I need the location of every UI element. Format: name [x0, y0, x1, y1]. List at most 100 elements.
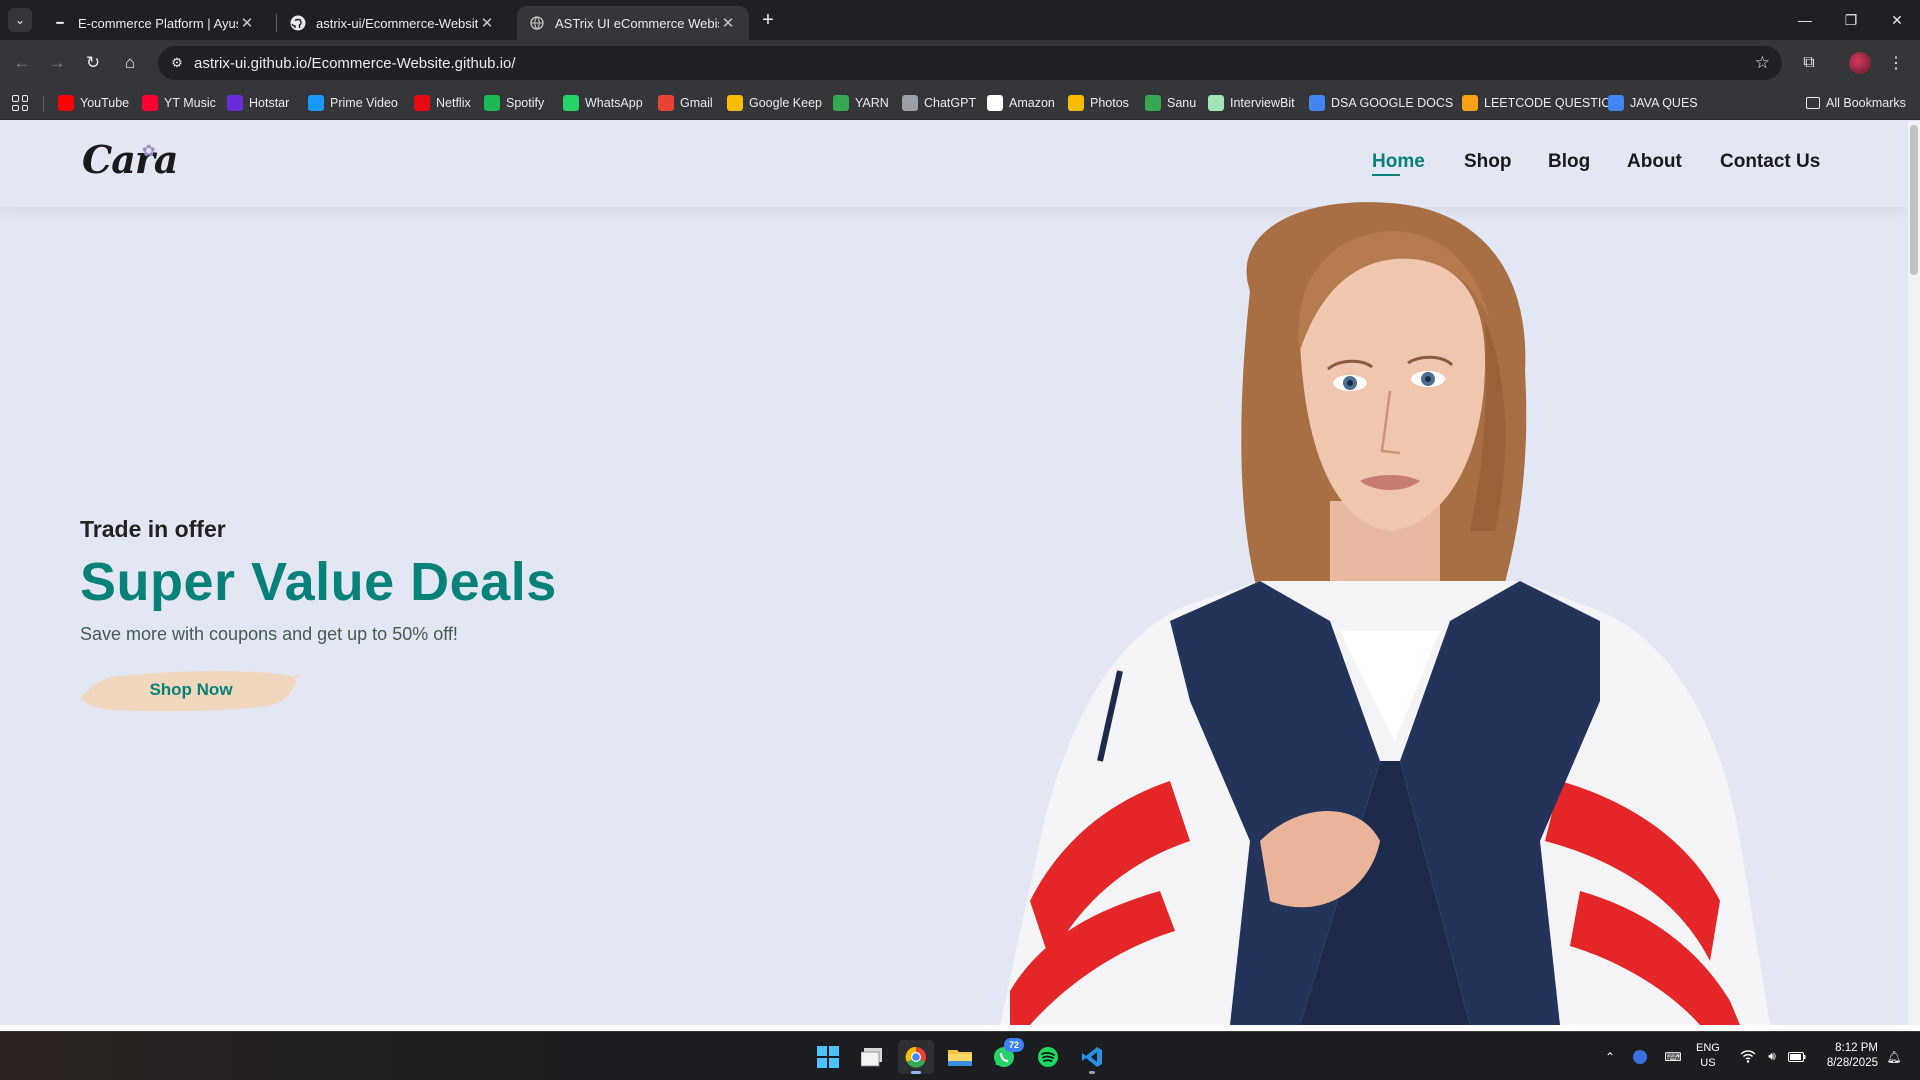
close-tab-icon[interactable]: ✕ — [478, 14, 496, 32]
language-indicator[interactable]: ENG US — [1696, 1041, 1720, 1071]
clock-date: 8/28/2025 — [1826, 1057, 1878, 1069]
bookmark-label: Netflix — [436, 96, 471, 110]
new-tab-button[interactable]: + — [757, 9, 779, 31]
tab-ecommerce-platform[interactable]: ━ E-commerce Platform | Ayush S ✕ — [40, 6, 268, 40]
apps-grid-icon[interactable] — [12, 95, 28, 111]
bookmark-yarn[interactable]: YARN — [833, 93, 889, 113]
keyboard-icon[interactable]: ⌨ — [1662, 1032, 1684, 1080]
language-region: US — [1700, 1057, 1716, 1069]
bookmarks-bar: YouTube YT Music Hotstar Prime Video Netflix… — [0, 86, 1920, 120]
chatgpt-icon — [902, 95, 918, 111]
browser-menu-icon[interactable]: ⋮ — [1882, 49, 1910, 77]
tab-active-astrix[interactable]: ASTrix UI eCommerce Webiste ✕ — [517, 6, 749, 40]
bookmark-yt-music[interactable]: YT Music — [142, 93, 216, 113]
minimize-icon[interactable]: — — [1782, 0, 1828, 40]
address-bar[interactable]: ⚙ astrix-ui.github.io/Ecommerce-Website.… — [158, 46, 1782, 80]
bookmark-gmail[interactable]: Gmail — [658, 93, 713, 113]
file-explorer-icon[interactable] — [942, 1040, 978, 1074]
wifi-icon[interactable] — [1738, 1032, 1758, 1080]
forward-icon[interactable]: → — [43, 49, 71, 77]
close-tab-icon[interactable]: ✕ — [238, 14, 256, 32]
folder-icon — [1806, 97, 1820, 109]
bookmark-label: YARN — [855, 96, 889, 110]
bookmark-sanu[interactable]: Sanu — [1145, 93, 1196, 113]
show-hidden-icons-chevron-icon[interactable]: ⌃ — [1600, 1032, 1620, 1080]
bookmark-label: Prime Video — [330, 96, 398, 110]
site-header: Cara ✿ Home Shop Blog About Contact Us — [0, 121, 1908, 207]
bookmark-amazon[interactable]: Amazon — [987, 93, 1055, 113]
home-icon[interactable]: ⌂ — [116, 49, 144, 77]
scrollbar-thumb[interactable] — [1910, 125, 1918, 275]
windows-start-icon[interactable] — [810, 1040, 846, 1074]
bookmark-dsa-google-docs[interactable]: DSA GOOGLE DOCS — [1309, 93, 1453, 113]
bookmark-label: Amazon — [1009, 96, 1055, 110]
bookmark-label: JAVA QUES — [1630, 96, 1698, 110]
nav-about[interactable]: About — [1627, 151, 1682, 173]
spotify-taskbar-icon[interactable] — [1030, 1040, 1066, 1074]
reload-icon[interactable]: ↻ — [79, 49, 107, 77]
bookmark-leetcode-questio[interactable]: LEETCODE QUESTIO... — [1462, 93, 1622, 113]
page-scrollbar[interactable] — [1908, 121, 1920, 1025]
bookmark-label: YT Music — [164, 96, 216, 110]
system-clock[interactable]: 8:12 PM 8/28/2025 — [1812, 1041, 1878, 1071]
shop-now-label: Shop Now — [149, 680, 233, 699]
tab-title: E-commerce Platform | Ayush S — [78, 15, 238, 31]
nav-contact[interactable]: Contact Us — [1720, 151, 1820, 173]
bookmark-youtube[interactable]: YouTube — [58, 93, 129, 113]
hero-kicker: Trade in offer — [80, 516, 226, 542]
task-view-icon[interactable] — [854, 1040, 890, 1074]
url-text[interactable]: astrix-ui.github.io/Ecommerce-Website.gi… — [194, 55, 516, 72]
nav-home[interactable]: Home — [1372, 151, 1425, 173]
close-window-icon[interactable]: ✕ — [1874, 0, 1920, 40]
bookmark-spotify[interactable]: Spotify — [484, 93, 544, 113]
tray-app-icon[interactable] — [1630, 1032, 1650, 1080]
tab-title: ASTrix UI eCommerce Webiste — [555, 15, 719, 31]
bookmark-prime-video[interactable]: Prime Video — [308, 93, 398, 113]
prime-video-icon — [308, 95, 324, 111]
hotstar-icon — [227, 95, 243, 111]
shop-now-button[interactable]: Shop Now — [80, 666, 302, 714]
tab-github-repo[interactable]: astrix-ui/Ecommerce-Website.g ✕ — [278, 6, 508, 40]
all-bookmarks-label: All Bookmarks — [1826, 96, 1906, 110]
page-favicon-icon: ━ — [56, 16, 64, 30]
tab-search-button[interactable]: ⌄ — [8, 8, 32, 32]
bookmark-label: InterviewBit — [1230, 96, 1295, 110]
volume-icon[interactable]: 🔊︎ — [1762, 1032, 1782, 1080]
interviewbit-icon — [1208, 95, 1224, 111]
back-icon[interactable]: ← — [8, 49, 36, 77]
bookmark-interviewbit[interactable]: InterviewBit — [1208, 93, 1295, 113]
close-tab-icon[interactable]: ✕ — [719, 14, 737, 32]
bookmark-chatgpt[interactable]: ChatGPT — [902, 93, 976, 113]
notifications-bell-icon[interactable]: 🔔︎ — [1884, 1032, 1904, 1080]
bookmark-star-icon[interactable]: ☆ — [1755, 53, 1770, 73]
yarn-icon — [833, 95, 849, 111]
bookmark-whatsapp[interactable]: WhatsApp — [563, 93, 643, 113]
bookmark-netflix[interactable]: Netflix — [414, 93, 471, 113]
extensions-icon[interactable]: ⧉ — [1795, 49, 1823, 77]
yt-music-icon — [142, 95, 158, 111]
profile-avatar[interactable] — [1849, 52, 1871, 74]
battery-icon[interactable] — [1786, 1032, 1808, 1080]
globe-icon — [529, 15, 545, 31]
browser-tab-bar: ⌄ ━ E-commerce Platform | Ayush S ✕ astr… — [0, 0, 1920, 40]
site-logo[interactable]: Cara — [82, 137, 179, 182]
amazon-icon — [987, 95, 1003, 111]
bookmark-google-keep[interactable]: Google Keep — [727, 93, 822, 113]
whatsapp-taskbar-icon[interactable]: 72 — [986, 1038, 1024, 1074]
chrome-taskbar-icon[interactable] — [898, 1040, 934, 1074]
url-host: astrix-ui.github.io — [194, 55, 308, 72]
restore-icon[interactable]: ❐ — [1828, 0, 1874, 40]
hero-model-image — [1000, 202, 1770, 1025]
bookmark-photos[interactable]: Photos — [1068, 93, 1129, 113]
os-taskbar: 72 ⌃ ⌨ ENG US 🔊︎ 8:12 PM 8/28/2025 🔔︎ — [0, 1031, 1920, 1080]
site-info-icon[interactable]: ⚙ — [168, 54, 186, 72]
bookmark-label: Photos — [1090, 96, 1129, 110]
bookmark-java-ques[interactable]: JAVA QUES — [1608, 93, 1698, 113]
all-bookmarks-button[interactable]: All Bookmarks — [1806, 93, 1906, 113]
bookmark-hotstar[interactable]: Hotstar — [227, 93, 289, 113]
nav-shop[interactable]: Shop — [1464, 151, 1512, 173]
youtube-icon — [58, 95, 74, 111]
gmail-icon — [658, 95, 674, 111]
vscode-taskbar-icon[interactable] — [1074, 1040, 1110, 1074]
nav-blog[interactable]: Blog — [1548, 151, 1590, 173]
